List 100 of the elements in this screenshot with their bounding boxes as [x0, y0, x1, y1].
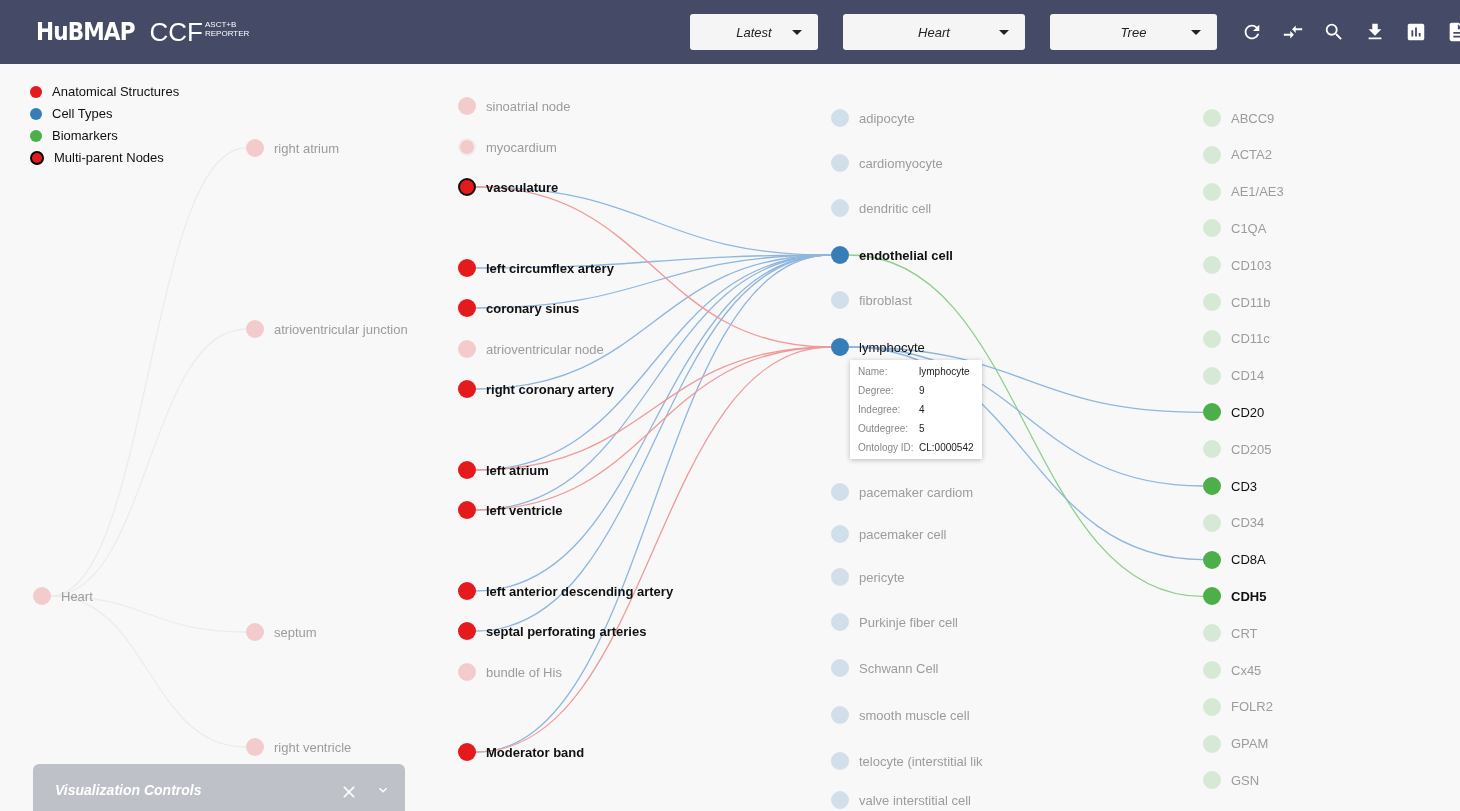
- node-circle[interactable]: [458, 743, 476, 761]
- node-label: bundle of His: [486, 664, 562, 680]
- node-circle[interactable]: [1203, 697, 1221, 716]
- node-label: Schwann Cell: [859, 660, 939, 676]
- node-label: CD11c: [1231, 331, 1270, 347]
- node-circle[interactable]: [1203, 477, 1221, 495]
- node-circle[interactable]: [831, 613, 849, 631]
- dropdown[interactable]: Latest: [690, 14, 818, 50]
- chart-icon[interactable]: [1405, 21, 1427, 43]
- node-circle[interactable]: [458, 178, 476, 196]
- node-label: myocardium: [486, 139, 557, 155]
- node-label: CD20: [1231, 404, 1265, 420]
- node-label: left atrium: [486, 462, 549, 478]
- node-circle[interactable]: [1203, 440, 1221, 459]
- tooltip-value: 9: [919, 385, 926, 396]
- node-label: right coronary artery: [486, 381, 614, 397]
- node-circle[interactable]: [33, 587, 51, 605]
- node-label: adipocyte: [859, 110, 915, 126]
- node-label: valve interstitial cell: [859, 792, 971, 808]
- node-label: ABCC9: [1231, 110, 1275, 126]
- node-circle[interactable]: [1203, 734, 1221, 753]
- tooltip-value: 4: [919, 404, 926, 415]
- node-circle[interactable]: [458, 299, 476, 317]
- dropdown[interactable]: Heart: [843, 14, 1025, 50]
- node-label: AE1/AE3: [1231, 184, 1284, 200]
- node-circle[interactable]: [1203, 145, 1221, 164]
- node-circle[interactable]: [831, 246, 849, 264]
- node-label: coronary sinus: [486, 300, 580, 316]
- node-circle[interactable]: [831, 154, 849, 172]
- node-circle[interactable]: [1203, 366, 1221, 385]
- node-label: pericyte: [859, 569, 905, 585]
- node-circle[interactable]: [1203, 329, 1221, 348]
- product-tag: ASCT+B: [204, 20, 250, 29]
- node-circle[interactable]: [1203, 661, 1221, 679]
- node-circle[interactable]: [1203, 182, 1221, 201]
- node-circle[interactable]: [831, 338, 849, 356]
- node-circle[interactable]: [458, 582, 476, 600]
- node-circle[interactable]: [831, 568, 849, 586]
- caret-icon: [1191, 30, 1201, 35]
- node-circle[interactable]: [1203, 109, 1221, 127]
- tooltip-key: Degree:: [858, 385, 915, 396]
- tooltip-value: lymphocyte: [919, 366, 971, 377]
- node-circle[interactable]: [1203, 256, 1221, 275]
- node-circle[interactable]: [831, 199, 849, 217]
- panel-title: Visualization Controls: [55, 782, 203, 798]
- node-circle[interactable]: [1203, 771, 1221, 790]
- node-circle[interactable]: [458, 340, 476, 358]
- node-circle[interactable]: [458, 622, 476, 640]
- node-label: atrioventricular junction: [274, 321, 408, 337]
- node-circle[interactable]: [831, 483, 849, 501]
- node-circle[interactable]: [1203, 219, 1221, 238]
- node-circle[interactable]: [831, 659, 849, 677]
- node-label: septum: [274, 624, 317, 640]
- node-circle[interactable]: [1203, 624, 1221, 643]
- node-circle[interactable]: [458, 380, 476, 398]
- node-label: left ventricle: [486, 502, 563, 518]
- node-label: CD14: [1231, 368, 1265, 384]
- node-circle[interactable]: [831, 791, 849, 809]
- node-label: pacemaker cell: [859, 526, 947, 542]
- node-label: lymphocyte: [859, 339, 925, 355]
- node-label: endothelial cell: [859, 247, 953, 263]
- node-circle[interactable]: [831, 752, 849, 770]
- node-circle[interactable]: [246, 139, 264, 157]
- node-label: CD103: [1231, 257, 1272, 273]
- node-circle[interactable]: [458, 259, 476, 277]
- node-circle[interactable]: [246, 320, 264, 338]
- node-circle[interactable]: [1203, 513, 1221, 532]
- node-label: left circumflex artery: [486, 260, 614, 276]
- node-circle[interactable]: [1203, 550, 1221, 569]
- node-circle[interactable]: [458, 501, 476, 519]
- node-label: pacemaker cardiom: [859, 484, 974, 500]
- node-circle[interactable]: [1203, 587, 1221, 606]
- tooltip-key: Ontology ID:: [858, 442, 915, 453]
- node-label: CD205: [1231, 441, 1272, 457]
- node-label: CDH5: [1231, 588, 1267, 604]
- node-circle[interactable]: [458, 461, 476, 479]
- product-name: CCF: [149, 16, 203, 48]
- search-icon[interactable]: [1323, 21, 1345, 43]
- node-label: CD8A: [1231, 552, 1266, 568]
- caret-icon: [999, 30, 1009, 35]
- node-circle[interactable]: [246, 623, 264, 641]
- node-circle[interactable]: [458, 663, 476, 681]
- node-circle[interactable]: [1203, 293, 1221, 311]
- node-circle[interactable]: [246, 738, 264, 756]
- node-circle[interactable]: [831, 706, 849, 724]
- tooltip-value: 5: [919, 423, 926, 434]
- node-circle[interactable]: [831, 291, 849, 309]
- dropdown[interactable]: Tree: [1050, 14, 1217, 50]
- tooltip-key: Indegree:: [858, 404, 915, 415]
- node-label: cardiomyocyte: [859, 155, 943, 171]
- caret-icon: [792, 30, 802, 35]
- node-circle[interactable]: [831, 525, 849, 543]
- node-circle[interactable]: [1203, 403, 1221, 422]
- brand-name: HuBMAP: [36, 18, 135, 46]
- node-label: atrioventricular node: [486, 341, 604, 357]
- node-circle[interactable]: [458, 97, 476, 115]
- node-circle[interactable]: [831, 109, 849, 127]
- node-label: left anterior descending artery: [486, 583, 674, 599]
- legend-label: Anatomical Structures: [52, 84, 180, 99]
- node-label: CD3: [1231, 478, 1257, 494]
